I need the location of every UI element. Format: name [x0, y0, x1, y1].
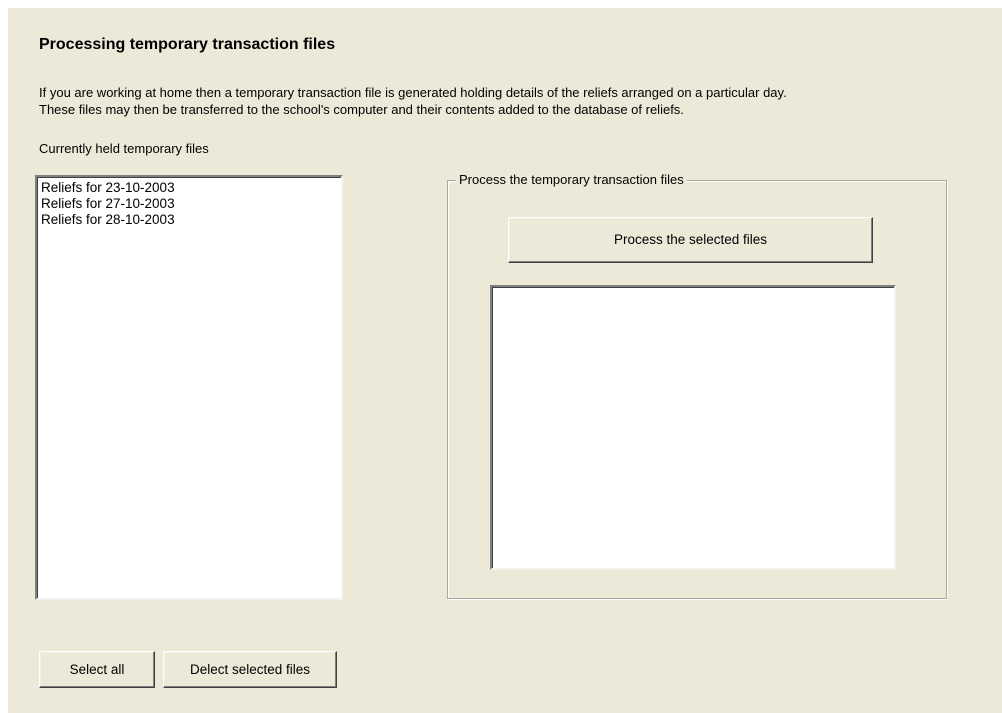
description-line-1: If you are working at home then a tempor…	[39, 85, 787, 100]
file-list-label: Currently held temporary files	[39, 141, 209, 156]
list-item[interactable]: Reliefs for 27-10-2003	[37, 196, 341, 212]
page-title: Processing temporary transaction files	[39, 36, 336, 53]
select-all-button[interactable]: Select all	[39, 651, 155, 688]
process-selected-files-button[interactable]: Process the selected files	[508, 217, 873, 263]
list-item[interactable]: Reliefs for 23-10-2003	[37, 180, 341, 196]
description-text: If you are working at home then a tempor…	[39, 84, 787, 118]
temporary-files-listbox[interactable]: Reliefs for 23-10-2003 Reliefs for 27-10…	[35, 175, 343, 600]
process-output-box[interactable]	[490, 285, 896, 570]
description-line-2: These files may then be transferred to t…	[39, 102, 684, 117]
process-groupbox-legend: Process the temporary transaction files	[456, 172, 687, 188]
list-item[interactable]: Reliefs for 28-10-2003	[37, 212, 341, 228]
delete-selected-files-button[interactable]: Delect selected files	[163, 651, 337, 688]
